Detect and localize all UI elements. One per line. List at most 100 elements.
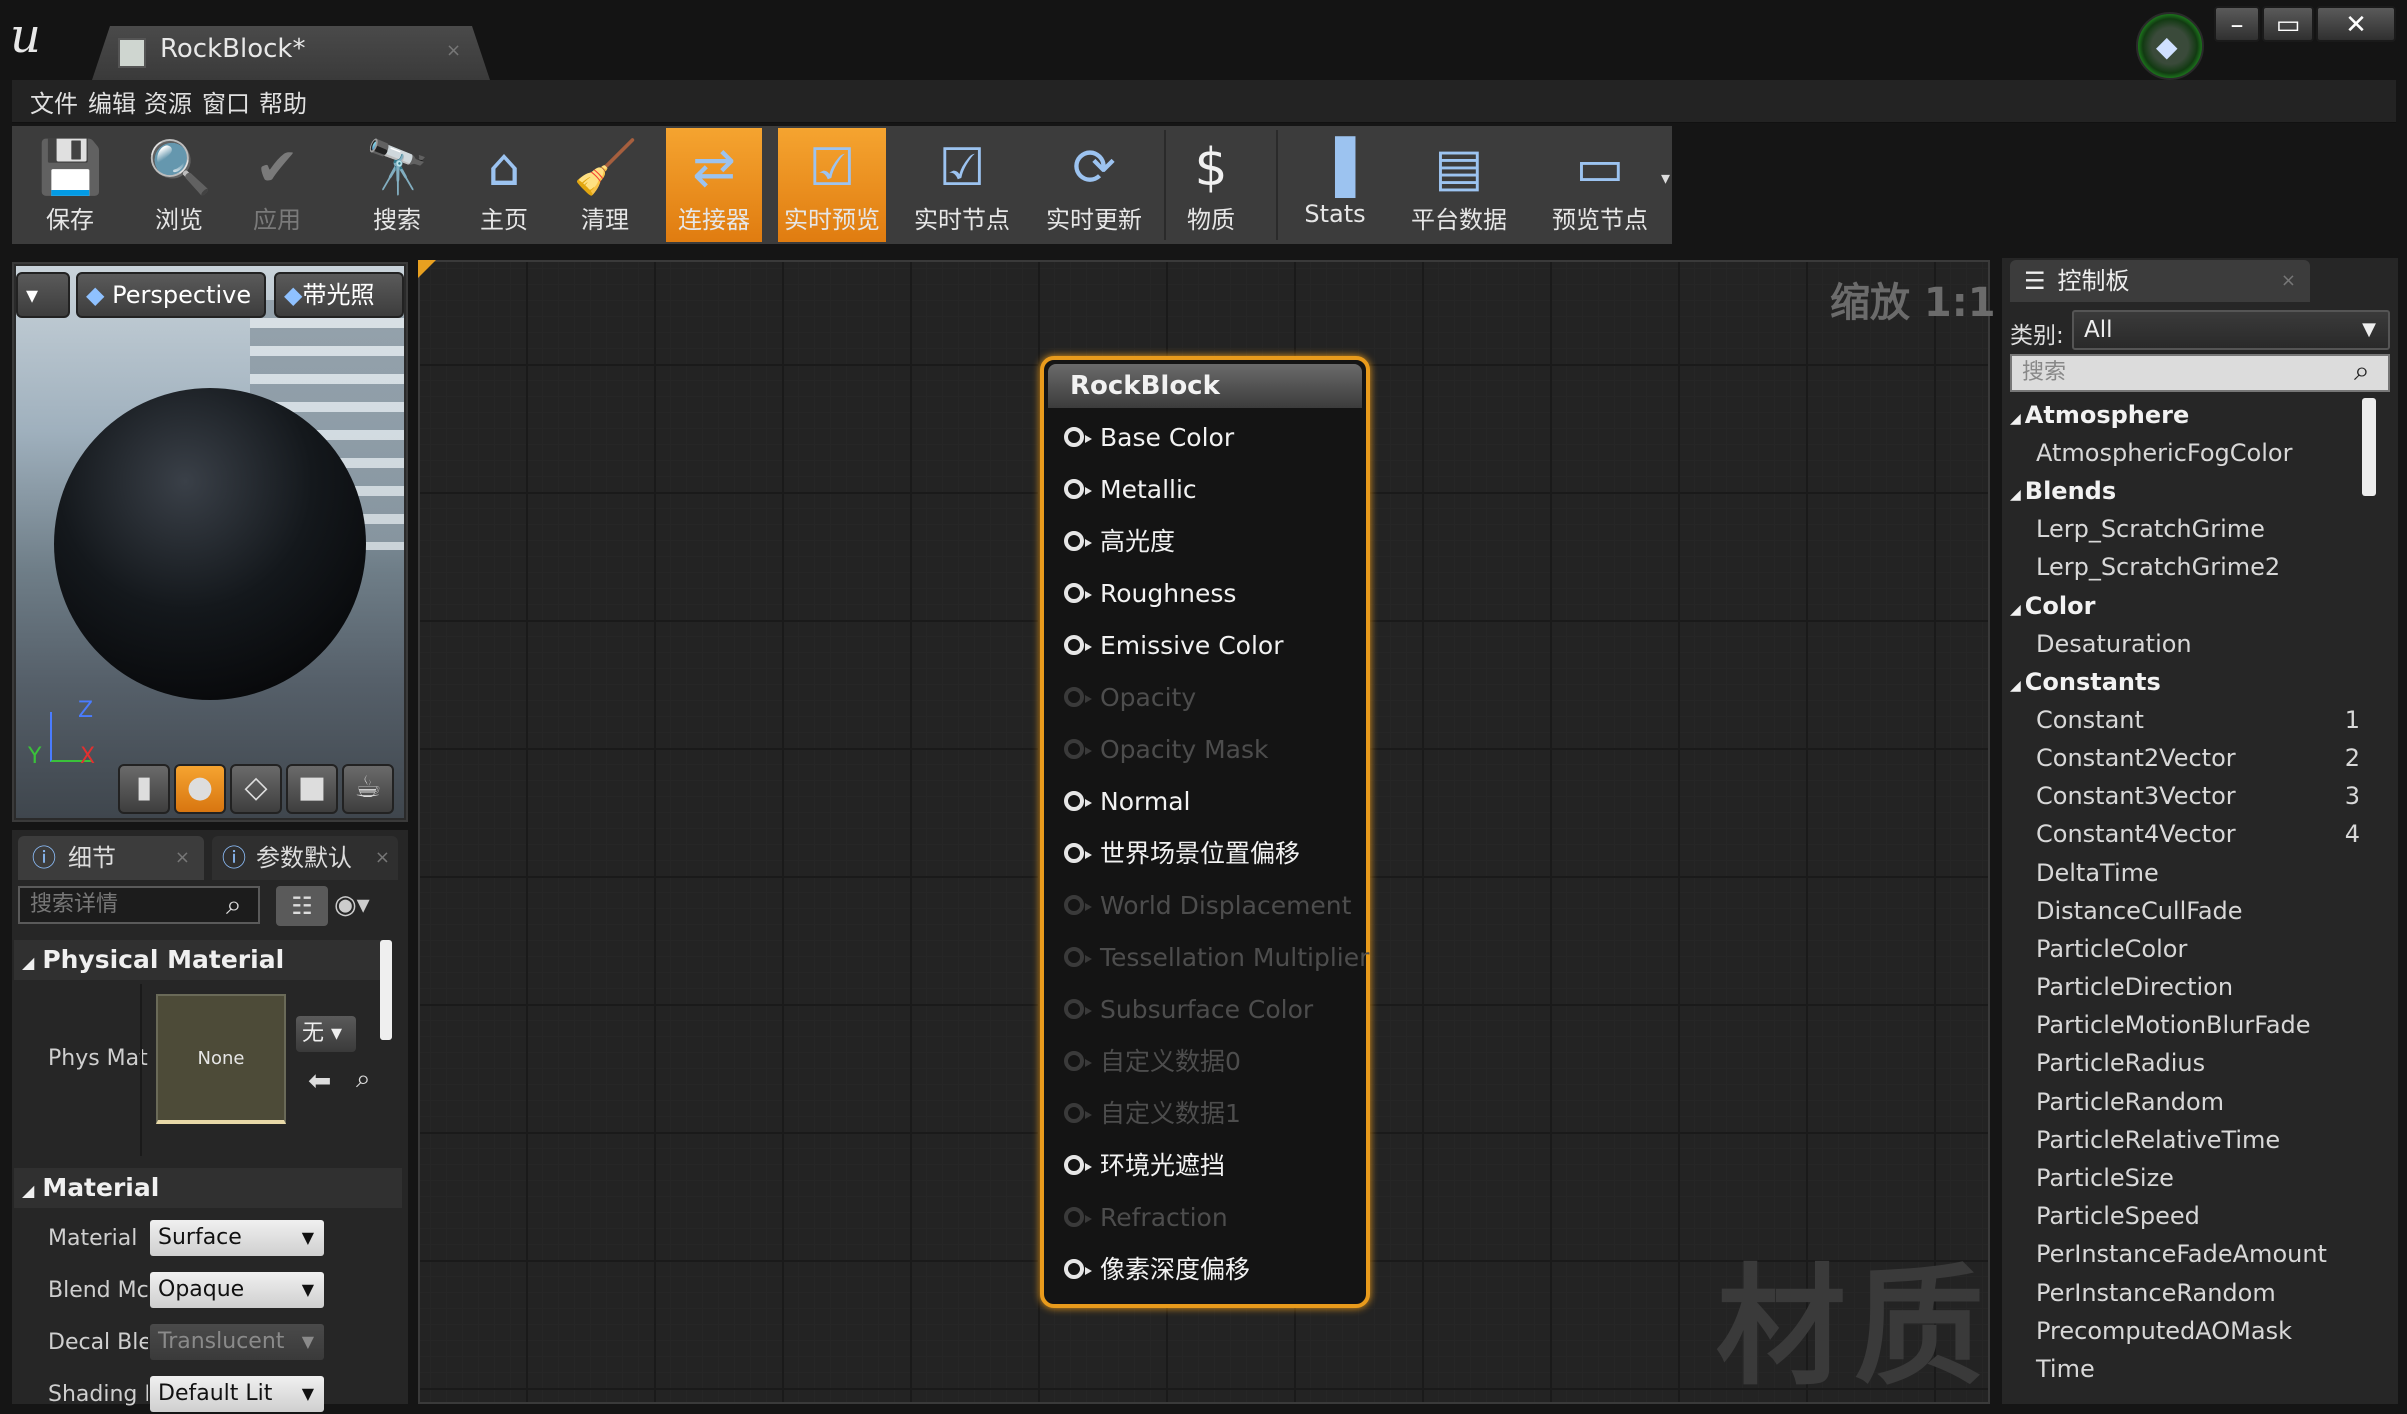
pin-connector-icon[interactable] xyxy=(1064,1051,1092,1071)
minimize-button[interactable]: – xyxy=(2214,6,2260,42)
pin-connector-icon[interactable] xyxy=(1064,895,1092,915)
tab-close-icon[interactable]: × xyxy=(446,40,461,61)
node-input-pin[interactable]: 环境光遮挡 xyxy=(1064,1146,1225,1186)
tab-details[interactable]: ⓘ 细节 × xyxy=(18,836,204,880)
pin-connector-icon[interactable] xyxy=(1064,1103,1092,1123)
toolbar-button-3[interactable]: 🔭 搜索 xyxy=(344,128,450,242)
tab-palette[interactable]: ☰ 控制板 × xyxy=(2010,260,2310,302)
category-physical-material[interactable]: ◢ Physical Material xyxy=(14,940,382,980)
toolbar-button-1[interactable]: 🔍 浏览 xyxy=(124,128,234,242)
node-input-pin[interactable]: Normal xyxy=(1064,782,1190,822)
toolbar-button-13[interactable]: ▭ 预览节点 ▾ xyxy=(1530,128,1670,242)
view-mode-dropdown[interactable]: ◆ Perspective xyxy=(76,272,266,318)
palette-item[interactable]: PerInstanceRandom xyxy=(2010,1274,2372,1312)
phys-mat-thumbnail[interactable]: None xyxy=(156,994,286,1124)
palette-scrollbar[interactable] xyxy=(2362,398,2376,496)
toolbar-button-2[interactable]: ✔ 应用 xyxy=(234,128,320,242)
visibility-eye-icon[interactable]: ◉▾ xyxy=(334,890,370,920)
node-input-pin[interactable]: Opacity Mask xyxy=(1064,730,1269,770)
palette-category[interactable]: ◢ Constants xyxy=(2010,663,2372,701)
node-input-pin[interactable]: Refraction xyxy=(1064,1198,1228,1238)
node-input-pin[interactable]: Base Color xyxy=(1064,418,1234,458)
node-input-pin[interactable]: Metallic xyxy=(1064,470,1197,510)
pin-connector-icon[interactable] xyxy=(1064,843,1092,863)
toolbar-button-6[interactable]: ⇄ 连接器 xyxy=(666,128,762,242)
pin-connector-icon[interactable] xyxy=(1064,479,1092,499)
toolbar-button-10[interactable]: $ 物质 xyxy=(1166,128,1256,242)
menu-item[interactable]: 帮助 xyxy=(259,84,307,119)
palette-item[interactable]: Lerp_ScratchGrime2 xyxy=(2010,548,2372,586)
close-button[interactable]: ✕ xyxy=(2316,6,2396,42)
viewport-options-dropdown[interactable]: ▾ xyxy=(16,272,70,318)
category-material[interactable]: ◢ Material xyxy=(14,1168,402,1208)
palette-item[interactable]: ParticleColor xyxy=(2010,930,2372,968)
material-property-combo[interactable]: Opaque ▼ xyxy=(150,1272,324,1308)
node-input-pin[interactable]: World Displacement xyxy=(1064,886,1351,926)
palette-search-input[interactable]: 搜索 xyxy=(2010,354,2390,392)
node-input-pin[interactable]: 高光度 xyxy=(1064,522,1175,562)
palette-item[interactable]: ParticleRadius xyxy=(2010,1044,2372,1082)
palette-item[interactable]: AtmosphericFogColor xyxy=(2010,434,2372,472)
pin-connector-icon[interactable] xyxy=(1064,427,1092,447)
palette-item[interactable]: DistanceCullFade xyxy=(2010,892,2372,930)
palette-item[interactable]: TwoSidedSign xyxy=(2010,1388,2372,1396)
pin-connector-icon[interactable] xyxy=(1064,947,1092,967)
browse-search-icon[interactable]: ⌕ xyxy=(356,1064,371,1095)
pin-connector-icon[interactable] xyxy=(1064,1155,1092,1175)
menu-item[interactable]: 窗口 xyxy=(202,84,250,119)
pin-connector-icon[interactable] xyxy=(1064,635,1092,655)
menu-item[interactable]: 编辑 xyxy=(88,84,136,119)
details-scrollbar[interactable] xyxy=(380,940,392,1040)
tab-close-icon[interactable]: × xyxy=(175,836,190,880)
pin-connector-icon[interactable] xyxy=(1064,1207,1092,1227)
palette-item[interactable]: Constant 1 xyxy=(2010,701,2372,739)
node-input-pin[interactable]: Opacity xyxy=(1064,678,1196,718)
node-input-pin[interactable]: Tessellation Multiplier xyxy=(1064,938,1369,978)
toolbar-button-4[interactable]: ⌂ 主页 xyxy=(456,128,552,242)
toolbar-button-0[interactable]: 💾 保存 xyxy=(14,128,126,242)
palette-item[interactable]: ParticleRelativeTime xyxy=(2010,1121,2372,1159)
tab-parameter-defaults[interactable]: ⓘ 参数默认 × xyxy=(212,836,398,880)
chevron-down-icon[interactable]: ▾ xyxy=(1661,168,1670,189)
pin-connector-icon[interactable] xyxy=(1064,791,1092,811)
menu-item[interactable]: 文件 xyxy=(30,84,78,119)
pin-connector-icon[interactable] xyxy=(1064,739,1092,759)
use-selected-arrow-icon[interactable]: ⬅ xyxy=(308,1064,331,1097)
toolbar-button-11[interactable]: ▐ Stats xyxy=(1282,128,1388,242)
menu-item[interactable]: 资源 xyxy=(144,84,192,119)
palette-item[interactable]: ParticleMotionBlurFade xyxy=(2010,1006,2372,1044)
node-input-pin[interactable]: 像素深度偏移 xyxy=(1064,1250,1250,1290)
node-input-pin[interactable]: 自定义数据0 xyxy=(1064,1042,1241,1082)
toolbar-button-12[interactable]: ▤ 平台数据 xyxy=(1394,128,1524,242)
cube-preview-button[interactable]: ■ xyxy=(286,764,338,814)
teapot-preview-button[interactable]: ☕ xyxy=(342,764,394,814)
plane-preview-button[interactable]: ◇ xyxy=(230,764,282,814)
palette-item[interactable]: Desaturation xyxy=(2010,625,2372,663)
pin-connector-icon[interactable] xyxy=(1064,1259,1092,1279)
palette-item[interactable]: Constant3Vector 3 xyxy=(2010,777,2372,815)
palette-item[interactable]: ParticleRandom xyxy=(2010,1083,2372,1121)
pin-connector-icon[interactable] xyxy=(1064,531,1092,551)
phys-mat-asset-combo[interactable]: 无 ▾ xyxy=(296,1016,356,1052)
palette-item[interactable]: Time xyxy=(2010,1350,2372,1388)
node-input-pin[interactable]: Emissive Color xyxy=(1064,626,1283,666)
palette-item[interactable]: ParticleSpeed xyxy=(2010,1197,2372,1235)
details-search-input[interactable]: 搜索详情 xyxy=(18,886,260,924)
sphere-preview-button[interactable]: ● xyxy=(174,764,226,814)
palette-item[interactable]: DeltaTime xyxy=(2010,854,2372,892)
palette-category[interactable]: ◢ Blends xyxy=(2010,472,2372,510)
node-input-pin[interactable]: Roughness xyxy=(1064,574,1236,614)
tab-close-icon[interactable]: × xyxy=(375,836,390,880)
palette-item[interactable]: ParticleDirection xyxy=(2010,968,2372,1006)
node-input-pin[interactable]: 自定义数据1 xyxy=(1064,1094,1241,1134)
palette-category-select[interactable]: All ▼ xyxy=(2072,310,2390,350)
result-node-title[interactable]: RockBlock xyxy=(1048,364,1362,408)
toolbar-button-5[interactable]: 🧹 清理 xyxy=(552,128,658,242)
node-input-pin[interactable]: Subsurface Color xyxy=(1064,990,1313,1030)
palette-category[interactable]: ◢ Color xyxy=(2010,587,2372,625)
lighting-mode-dropdown[interactable]: ◆带光照 xyxy=(274,272,404,318)
material-property-combo[interactable]: Default Lit ▼ xyxy=(150,1376,324,1412)
pin-connector-icon[interactable] xyxy=(1064,999,1092,1019)
material-property-combo[interactable]: Surface ▼ xyxy=(150,1220,324,1256)
palette-item[interactable]: PrecomputedAOMask xyxy=(2010,1312,2372,1350)
